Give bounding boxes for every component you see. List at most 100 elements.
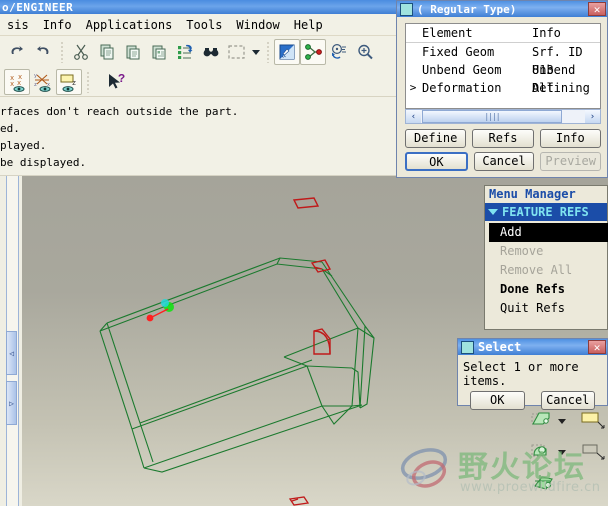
repaint-button[interactable] (274, 38, 300, 65)
selection-box-icon (228, 44, 245, 59)
menu-label-analysis: sis (7, 17, 29, 32)
menu-item-info[interactable]: Info (36, 16, 79, 34)
datum-display-button[interactable] (300, 38, 326, 65)
svg-text:x: x (10, 81, 14, 89)
scroll-left-arrow[interactable]: ◁ (6, 331, 17, 375)
bend-back-icon (582, 444, 605, 459)
menu-manager-title: Menu Manager (485, 186, 607, 203)
row-element: Unbend Geom (422, 63, 502, 77)
toolbar-row (530, 437, 605, 468)
flange-wall-button[interactable] (580, 408, 608, 436)
ok-button[interactable]: OK (405, 152, 468, 171)
menu-item-tools[interactable]: Tools (179, 16, 229, 34)
unbend-dropdown-icon[interactable] (558, 450, 566, 455)
menu-item-quit-refs[interactable]: Quit Refs (491, 299, 607, 318)
cancel-button[interactable]: Cancel (473, 152, 535, 171)
datum-axis-display-button[interactable]: y z x (30, 69, 56, 95)
scroll-right-arrow[interactable]: ▷ (6, 381, 17, 425)
undo-button[interactable] (4, 39, 30, 65)
select-dialog-title-bar[interactable]: Select ✕ (458, 339, 607, 355)
feature-element-dialog[interactable]: ( Regular Type) ✕ Element Info Fixed Geo… (396, 0, 608, 178)
scroll-right-arrow-icon[interactable]: › (585, 110, 600, 123)
selection-box-button[interactable] (224, 39, 250, 65)
main-toolbar-row-1 (0, 36, 400, 67)
svg-text:z: z (34, 82, 37, 88)
menu-item-applications[interactable]: Applications (79, 16, 180, 34)
menu-label-info: Info (42, 17, 72, 32)
unbend-button[interactable] (530, 439, 556, 467)
chevron-down-icon (252, 49, 260, 55)
flange-wall-icon (581, 412, 605, 428)
close-icon[interactable]: ✕ (588, 340, 606, 354)
bend-back-button[interactable] (580, 439, 608, 467)
toolbar-separator-2 (267, 40, 269, 63)
paste-button[interactable] (120, 39, 146, 65)
copy-icon (100, 44, 114, 59)
copy-button[interactable] (94, 39, 120, 65)
horizontal-scrollbar[interactable]: ‹ |||| › (405, 109, 601, 124)
find-button[interactable] (198, 39, 224, 65)
menu-item-help[interactable]: Help (287, 16, 330, 34)
regenerate-icon (178, 44, 193, 59)
scroll-left-arrow-icon[interactable]: ‹ (406, 110, 421, 123)
menu-item-add[interactable]: Add (489, 223, 608, 242)
zoom-in-icon (358, 44, 373, 59)
button-row-2: OK Cancel Preview (405, 152, 602, 171)
app-title-bar[interactable]: o/ENGINEER (0, 0, 400, 14)
feature-dialog-title-bar[interactable]: ( Regular Type) ✕ (397, 1, 607, 17)
paste-special-button[interactable] (146, 39, 172, 65)
csys-marker (146, 299, 174, 322)
chevron-down-icon (488, 209, 498, 215)
select-cancel-button[interactable]: Cancel (540, 391, 595, 410)
unbend-icon (531, 444, 547, 456)
svg-text:y: y (34, 73, 37, 79)
element-list-header: Element Info (406, 24, 600, 43)
menu-item-analysis[interactable]: sis (0, 16, 36, 34)
main-toolbar-row-2: x x x x y z x z ? (0, 67, 400, 97)
row-info: Defining (532, 81, 590, 95)
datum-plane-display-button[interactable]: z (56, 68, 82, 95)
table-row[interactable]: Unbend Geom Unbend All (406, 61, 600, 95)
menu-manager-panel[interactable]: Menu Manager FEATURE REFS Add Remove Rem… (484, 185, 608, 330)
context-help-button[interactable]: ? (104, 69, 130, 95)
spin-center-button[interactable] (326, 39, 352, 65)
close-icon[interactable]: ✕ (588, 2, 606, 16)
redo-button[interactable] (30, 39, 56, 65)
table-row[interactable]: Fixed Geom Srf. ID 813 (406, 43, 600, 77)
menu-item-done-refs[interactable]: Done Refs (491, 280, 607, 299)
row-info: Srf. ID 813 (532, 45, 583, 77)
table-row[interactable]: > Deformation Defining (406, 79, 600, 97)
select-dialog[interactable]: Select ✕ Select 1 or more items. OK Canc… (457, 338, 608, 410)
deform-area-button[interactable] (530, 470, 560, 498)
scroll-thumb[interactable]: |||| (422, 110, 562, 123)
element-list[interactable]: Element Info Fixed Geom Srf. ID 813 Unbe… (405, 23, 601, 109)
define-button[interactable]: Define (405, 129, 467, 148)
cut-button[interactable] (68, 39, 94, 65)
menu-label-applications: Applications (85, 17, 173, 32)
message-line: played. (0, 139, 47, 152)
message-area: rfaces don't reach outside the part. ed.… (0, 97, 400, 175)
select-ok-button[interactable]: OK (470, 391, 525, 410)
deform-area-icon (534, 474, 553, 490)
cut-icon (74, 44, 88, 60)
message-line: ed. (0, 122, 20, 135)
preview-button: Preview (540, 152, 602, 171)
paste-special-icon (152, 45, 166, 59)
info-button[interactable]: Info (539, 129, 601, 148)
menu-manager-header[interactable]: FEATURE REFS (485, 203, 607, 221)
selection-box-dropdown[interactable] (250, 39, 262, 65)
flat-wall-button[interactable] (530, 408, 556, 436)
datum-point-display-button[interactable]: x x x x (4, 68, 30, 95)
row-marker: > (409, 81, 417, 94)
refs-button[interactable]: Refs (472, 129, 534, 148)
menu-item-window[interactable]: Window (229, 16, 286, 34)
regenerate-button[interactable] (172, 39, 198, 65)
toolbar-row (530, 468, 586, 499)
left-scroll-strip: ◁ ▷ (0, 176, 23, 506)
info-column-header: Info (532, 26, 561, 40)
select-dialog-title: Select (478, 340, 522, 354)
select-dialog-buttons: OK Cancel (458, 391, 607, 410)
row-element: Deformation (422, 81, 502, 95)
flat-wall-dropdown-icon[interactable] (558, 419, 566, 424)
zoom-in-button[interactable] (352, 39, 378, 65)
